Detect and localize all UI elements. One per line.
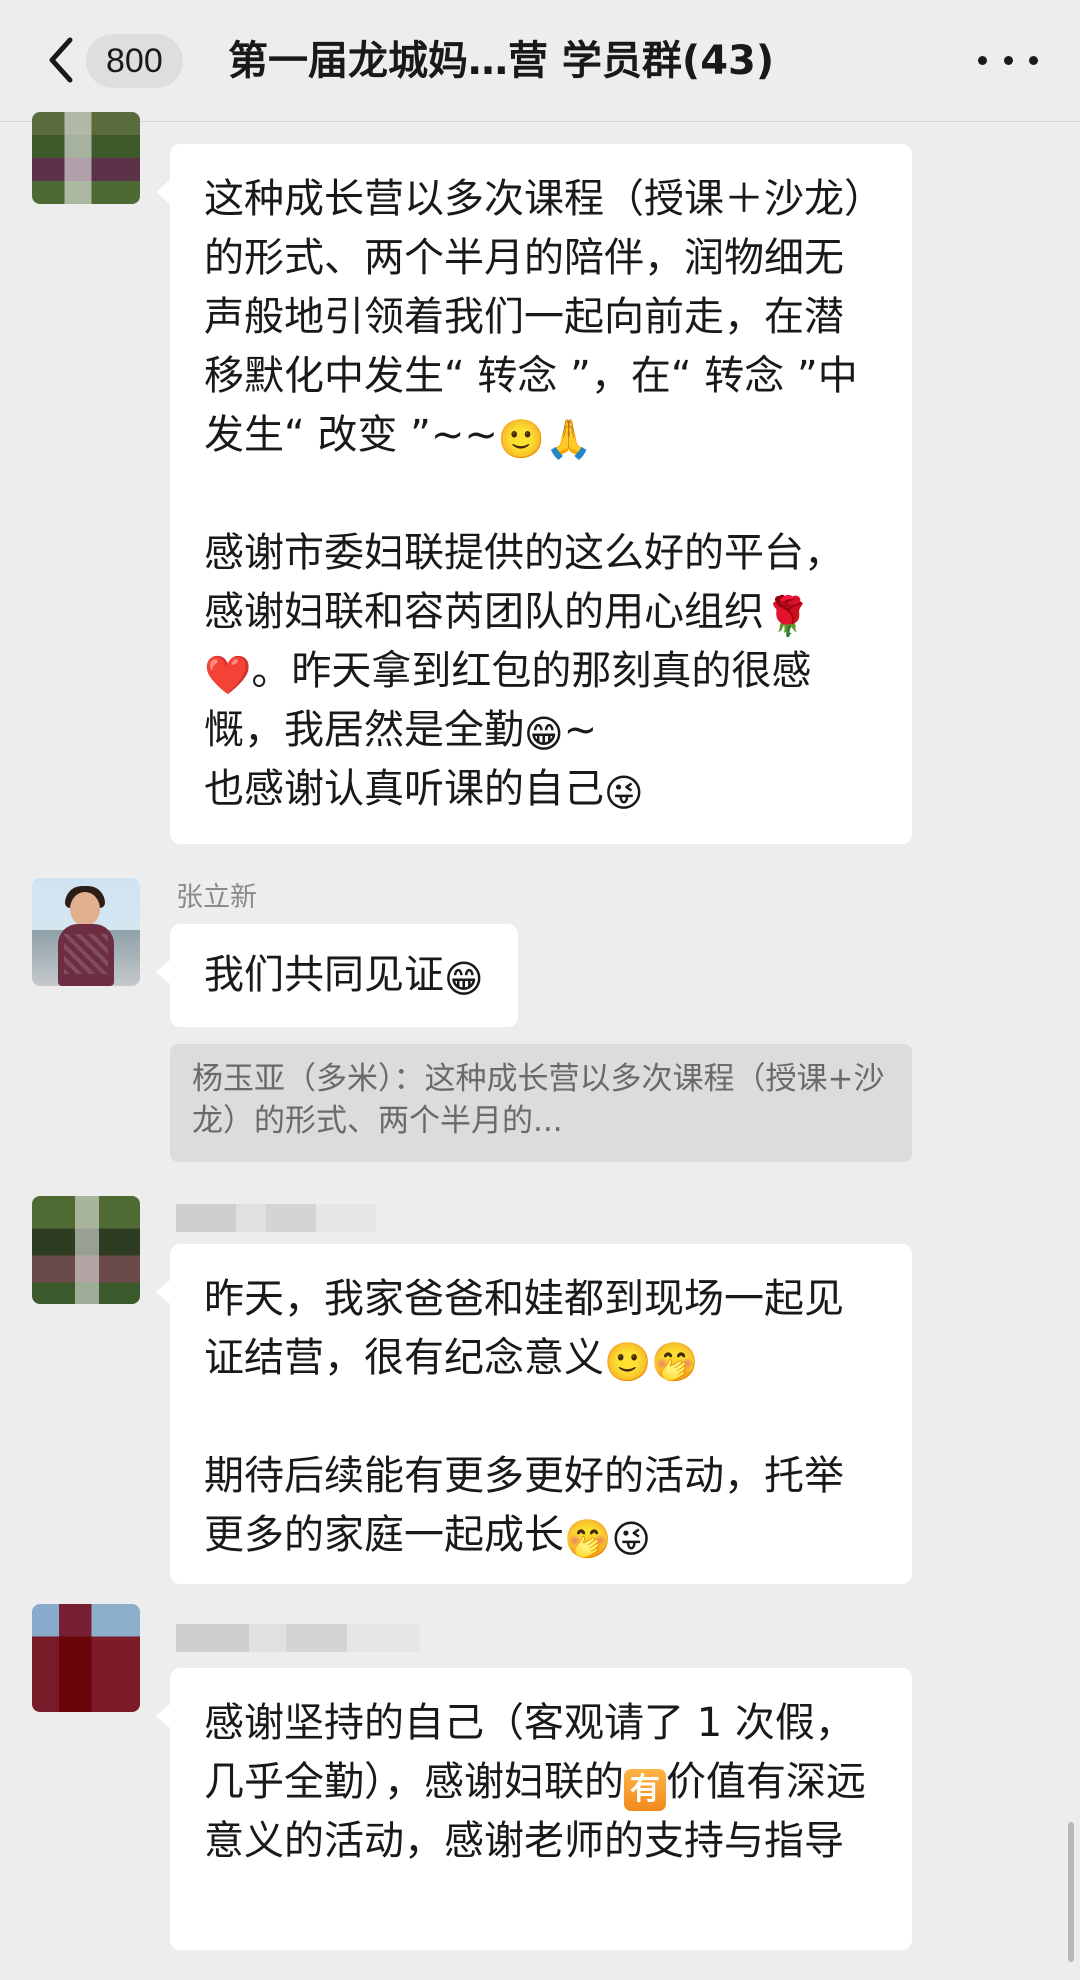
emoji: 😜 xyxy=(604,771,644,815)
avatar[interactable] xyxy=(32,1196,140,1304)
emoji: 😁 xyxy=(444,957,484,1001)
sender-name xyxy=(176,1624,420,1652)
chevron-left-icon xyxy=(49,37,73,83)
message-bubble[interactable]: 感谢坚持的自己（客观请了 1 次假，几乎全勤），感谢妇联的有价值有深远意义的活动… xyxy=(156,1668,912,1950)
emoji: 🤭 xyxy=(564,1517,612,1561)
emoji: ❤️ xyxy=(204,653,252,697)
message-bubble[interactable]: 昨天，我家爸爸和娃都到现场一起见证结营，很有纪念意义🙂🤭 期待后续能有更多更好的… xyxy=(156,1244,912,1584)
sender-name xyxy=(176,1204,376,1232)
scrollbar[interactable] xyxy=(1068,1822,1074,1962)
message-bubble[interactable]: 这种成长营以多次课程（授课＋沙龙）的形式、两个半月的陪伴，润物细无声般地引领着我… xyxy=(156,144,912,844)
back-button[interactable] xyxy=(40,30,80,90)
unread-count-badge[interactable]: 800 xyxy=(86,34,183,88)
emoji: 🙂 xyxy=(497,417,546,461)
message-bubble[interactable]: 我们共同见证😁 xyxy=(156,924,518,1027)
chat-header: 800 第一届龙城妈…营 学员群(43) xyxy=(0,0,1080,122)
emoji: 😜 xyxy=(611,1517,651,1561)
emoji: 😁 xyxy=(524,712,564,756)
chat-title: 第一届龙城妈…营 学员群(43) xyxy=(228,38,775,84)
sender-name: 张立新 xyxy=(176,882,257,913)
you-emoji-badge: 有 xyxy=(624,1769,666,1811)
quoted-message[interactable]: 杨玉亚（多米）：这种成长营以多次课程（授课+沙龙）的形式、两个半月的... xyxy=(170,1044,912,1162)
more-dots-icon[interactable] xyxy=(978,48,1038,72)
emoji: 🤭 xyxy=(651,1340,699,1384)
avatar[interactable] xyxy=(32,878,140,986)
avatar[interactable] xyxy=(32,112,140,204)
emoji: 🙏 xyxy=(545,417,593,461)
emoji: 🌹 xyxy=(764,594,812,638)
avatar[interactable] xyxy=(32,1604,140,1712)
emoji: 🙂 xyxy=(604,1340,652,1384)
